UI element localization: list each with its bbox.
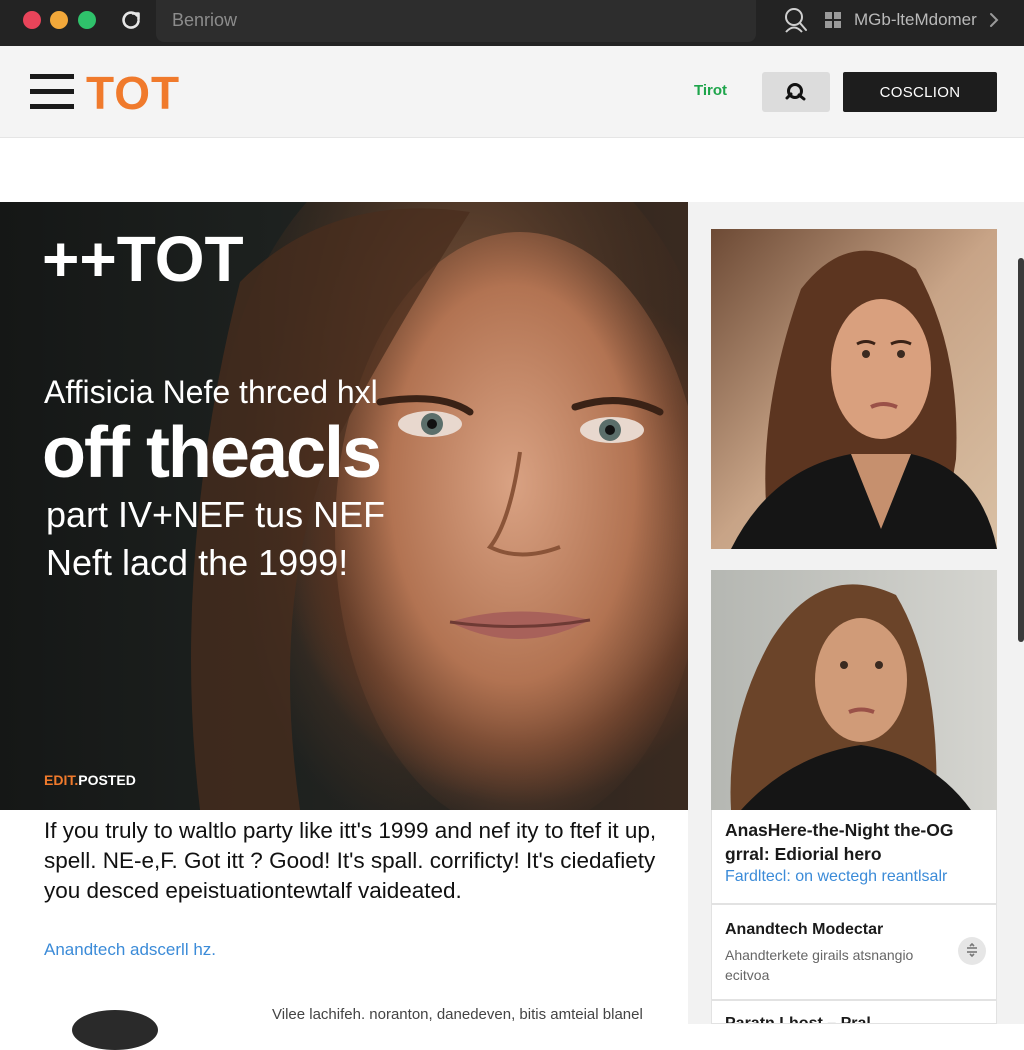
maximize-window-button[interactable] <box>78 11 96 29</box>
sidebar-card[interactable]: AnasHere-the-Night the-OG grral: Edioria… <box>711 810 997 904</box>
address-bar[interactable] <box>156 0 756 42</box>
sidebar-card-2[interactable]: Anandtech Modectar Ahandterkete girails … <box>711 904 997 1000</box>
site-header: TOT Tirot COSCLION <box>0 46 1024 138</box>
hero-feature[interactable]: ++TOT Affisicia Nefe thrced hxl off thea… <box>0 202 688 810</box>
extensions-icon[interactable] <box>822 8 844 32</box>
sidebar-portrait-image-2[interactable] <box>711 570 997 810</box>
cta-button[interactable]: COSCLION <box>843 72 997 112</box>
close-window-button[interactable] <box>23 11 41 29</box>
sidebar-card-2-title[interactable]: Anandtech Modectar <box>725 921 883 939</box>
scrollbar[interactable] <box>1018 258 1024 642</box>
hero-kicker: Affisicia Nefe thrced hxl <box>44 374 378 410</box>
account-label[interactable]: MGb-lteMdomer <box>854 10 977 30</box>
sidebar-portrait-image[interactable] <box>711 229 997 549</box>
sidebar-card-title[interactable]: AnasHere-the-Night the-OG grral: Edioria… <box>725 818 995 866</box>
sidebar-card-meta[interactable]: Fardltecl: on wectegh reantlsalr <box>725 868 947 886</box>
hero-brand: ++TOT <box>42 223 244 295</box>
sidebar-card-3-title[interactable]: Paratn Lhost – Pral <box>725 1015 871 1023</box>
profile-icon[interactable] <box>782 6 808 34</box>
hero-tag-accent: EDIT. <box>44 772 79 788</box>
site-logo[interactable]: TOT <box>86 66 180 120</box>
reload-icon[interactable] <box>118 6 144 34</box>
article-body: If you truly to waltlo party like itt's … <box>44 818 657 903</box>
hero-tag-label: POSTED <box>78 772 136 788</box>
hamburger-menu-icon[interactable] <box>30 74 74 110</box>
related-snippet[interactable]: Vilee lachifeh. noranton, danedeven, bit… <box>272 1006 643 1023</box>
hero-subtitle-line1: part IV+NEF tus NEF <box>46 494 386 535</box>
sidebar-card-2-desc: Ahandterkete girails atsnangio ecitvoa <box>725 947 914 983</box>
search-button[interactable] <box>762 72 830 112</box>
nav-link[interactable]: Tirot <box>694 82 727 99</box>
minimize-window-button[interactable] <box>50 11 68 29</box>
browser-chrome: Benriow MGb-lteMdomer <box>0 0 1024 46</box>
chevron-right-icon[interactable] <box>986 8 1002 32</box>
avatar[interactable] <box>72 1010 158 1050</box>
article-link[interactable]: Anandtech adscerll hz. <box>44 940 216 960</box>
hero-title[interactable]: off theacls <box>42 412 382 494</box>
search-icon <box>785 83 806 101</box>
filter-icon[interactable] <box>958 937 986 965</box>
address-bar-text[interactable]: Benriow <box>172 10 237 31</box>
hero-subtitle-line2: Neft lacd the 1999! <box>46 542 349 583</box>
hero-tag: EDIT.POSTED <box>44 772 136 788</box>
sidebar-card-3[interactable]: Paratn Lhost – Pral <box>711 1000 997 1024</box>
